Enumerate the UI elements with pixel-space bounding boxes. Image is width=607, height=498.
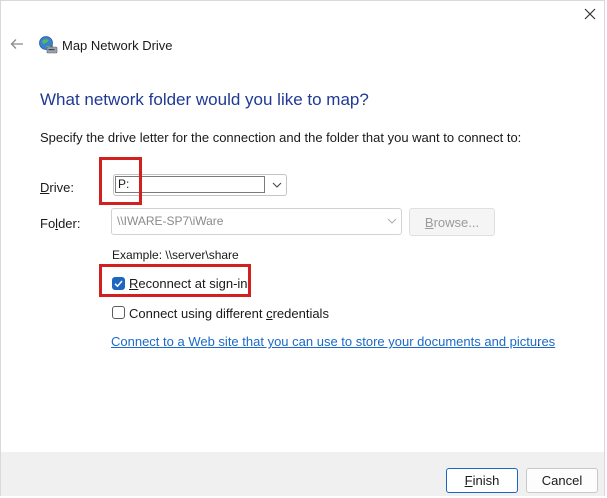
network-drive-icon (39, 36, 58, 54)
drive-dropdown-button[interactable] (268, 177, 286, 193)
folder-label-rest: der: (58, 216, 81, 231)
credentials-label[interactable]: Connect using different credentials (129, 306, 329, 321)
close-button[interactable] (576, 2, 604, 26)
drive-label-access-key: D (40, 180, 50, 195)
link-period: . (537, 334, 541, 349)
credentials-label-start: Connect using different (129, 306, 267, 321)
folder-label: Folder: (40, 216, 80, 231)
credentials-label-end: redentials (272, 306, 329, 321)
close-icon (584, 8, 596, 20)
cancel-button[interactable]: Cancel (526, 468, 598, 493)
back-arrow-icon (10, 39, 23, 49)
example-text: Example: \\server\share (112, 248, 239, 262)
folder-dropdown-button[interactable] (385, 213, 399, 229)
reconnect-access-key: R (129, 276, 139, 291)
web-site-link[interactable]: Connect to a Web site that you can use t… (111, 334, 555, 349)
back-button[interactable] (6, 33, 28, 55)
browse-access-key: B (424, 214, 434, 230)
window-title: Map Network Drive (62, 38, 173, 53)
chevron-down-icon (272, 182, 282, 188)
reconnect-checkbox[interactable] (112, 277, 125, 290)
reconnect-label-rest: econnect at sign-in (138, 276, 248, 291)
drive-select-value[interactable]: P: (115, 176, 265, 193)
folder-value[interactable]: \\IWARE-SP7\iWare (117, 214, 223, 228)
instruction-text: Specify the drive letter for the connect… (40, 130, 522, 145)
finish-label-rest: inish (472, 473, 500, 488)
browse-label-rest: rowse... (433, 214, 480, 230)
dialog-window (0, 0, 605, 496)
credentials-checkbox[interactable] (112, 306, 125, 319)
checkmark-icon (114, 280, 123, 288)
reconnect-label[interactable]: Reconnect at sign-in (129, 276, 248, 291)
browse-button[interactable]: Browse... (409, 208, 495, 236)
folder-label-start: Fo (40, 216, 56, 231)
drive-label: Drive: (40, 180, 74, 195)
finish-button[interactable]: Finish (446, 468, 518, 493)
finish-access-key: F (464, 473, 473, 488)
drive-label-rest: rive: (49, 180, 74, 195)
page-heading: What network folder would you like to ma… (40, 90, 369, 109)
chevron-down-icon (387, 218, 397, 224)
